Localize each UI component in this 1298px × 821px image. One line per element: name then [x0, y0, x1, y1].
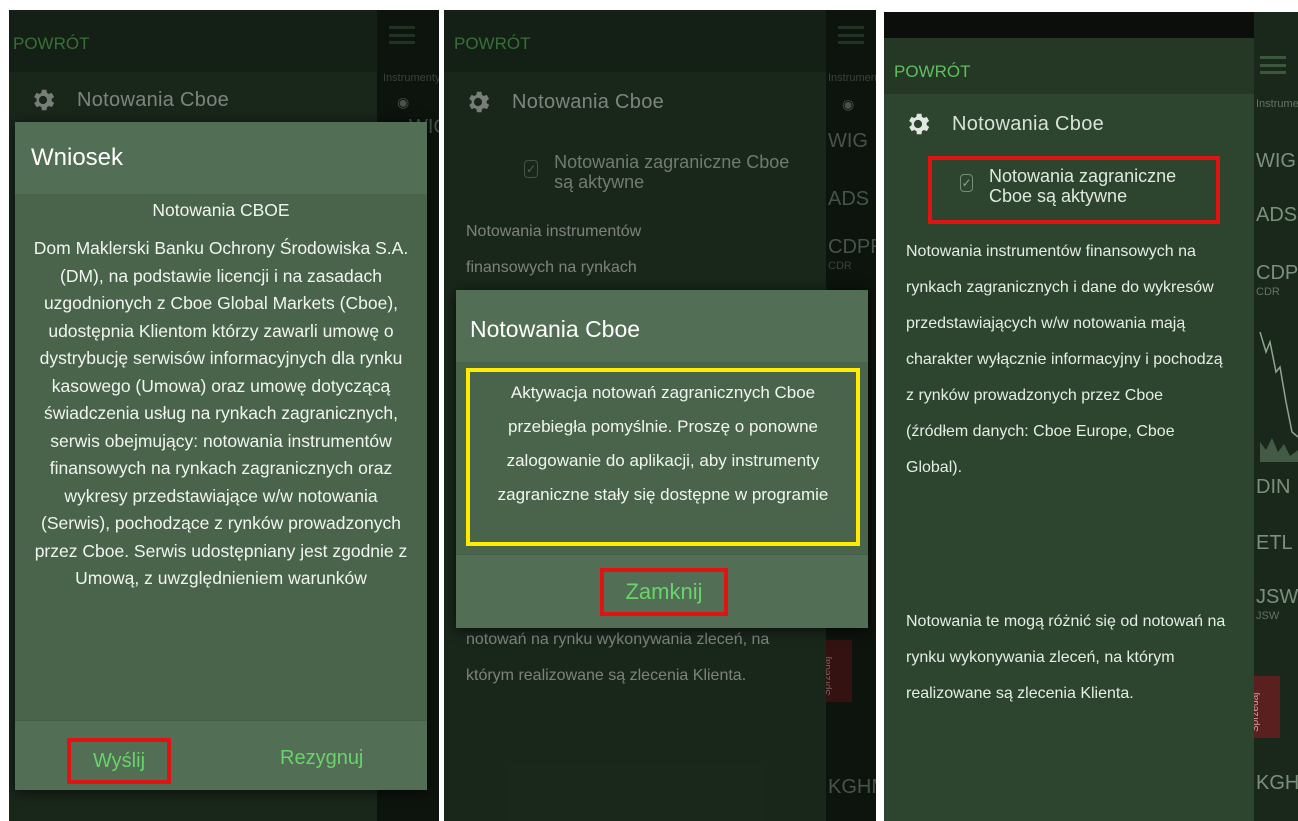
top-bar: POWRÓT [884, 38, 1254, 94]
dialog-message: Aktywacja notowań zagranicznych Cboe prz… [466, 368, 860, 546]
dialog-divider [456, 554, 868, 555]
instrument-jsw-sub: JSW [1256, 610, 1280, 622]
checkbox-label: Notowania zagraniczne Cboe są aktywne [989, 166, 1177, 206]
instrument-ads[interactable]: ADS [1256, 204, 1297, 227]
dialog-title: Notowania Cboe [470, 316, 641, 342]
hamburger-icon[interactable] [1260, 56, 1286, 74]
dialog-title: Wniosek [31, 144, 124, 171]
settings-header: Notowania Cboe [884, 110, 1254, 138]
instrument-kghm[interactable]: KGHM [1256, 772, 1298, 795]
close-button[interactable]: Zamknij [600, 568, 728, 616]
instrument-wig[interactable]: WIG [1256, 150, 1296, 173]
instruments-label: Instrumenty [1256, 98, 1298, 110]
settings-page: POWRÓT Notowania Cboe ✓ Notowania zagran… [884, 38, 1254, 821]
request-dialog: Wniosek Notowania CBOE Dom Maklerski Ban… [15, 122, 427, 790]
dialog-body-text: Dom Maklerski Banku Ochrony Środowiska S… [33, 238, 409, 588]
instrument-cdpr[interactable]: CDPR [1256, 262, 1298, 285]
activation-dialog: Notowania Cboe Aktywacja notowań zagrani… [456, 290, 868, 628]
sell-button[interactable]: Sprzedaj [1250, 676, 1280, 738]
dialog-heading: Notowania CBOE [152, 200, 290, 220]
mini-chart [1259, 331, 1298, 462]
check-icon[interactable]: ✓ [960, 174, 973, 192]
gear-icon [909, 113, 930, 135]
screen-request-dialog: Instrumenty ◉ WIG POWRÓT Notowania Cboe … [9, 10, 439, 821]
screen-settings-active: Instrumenty WIG ADS CDPR CDR DIN ETL JSW… [884, 12, 1298, 821]
cboe-active-checkbox-row[interactable]: ✓ Notowania zagraniczne Cboe są aktywne [928, 156, 1220, 224]
instrument-jsw[interactable]: JSW [1256, 586, 1298, 609]
info-paragraph-2: Notowania te mogą różnić się od notowań … [906, 613, 1226, 702]
instrument-cdpr-sub: CDR [1256, 286, 1280, 298]
cancel-button[interactable]: Rezygnuj [280, 747, 363, 770]
back-button[interactable]: POWRÓT [894, 62, 971, 82]
dialog-scroll-area[interactable]: Notowania CBOE Dom Maklerski Banku Ochro… [15, 194, 427, 720]
dialog-divider [15, 720, 427, 721]
instrument-etl[interactable]: ETL [1256, 532, 1293, 555]
info-paragraph-1: Notowania instrumentów finansowych na ry… [906, 243, 1223, 476]
settings-title: Notowania Cboe [952, 112, 1105, 135]
instruments-strip: Instrumenty WIG ADS CDPR CDR DIN ETL JSW… [1250, 12, 1298, 821]
instrument-din[interactable]: DIN [1256, 476, 1290, 499]
screen-activation-dialog: Instrumenty ◉ WIG ADS CDPR CDR Sprzedaj … [444, 10, 876, 821]
send-button[interactable]: Wyślij [67, 738, 171, 784]
